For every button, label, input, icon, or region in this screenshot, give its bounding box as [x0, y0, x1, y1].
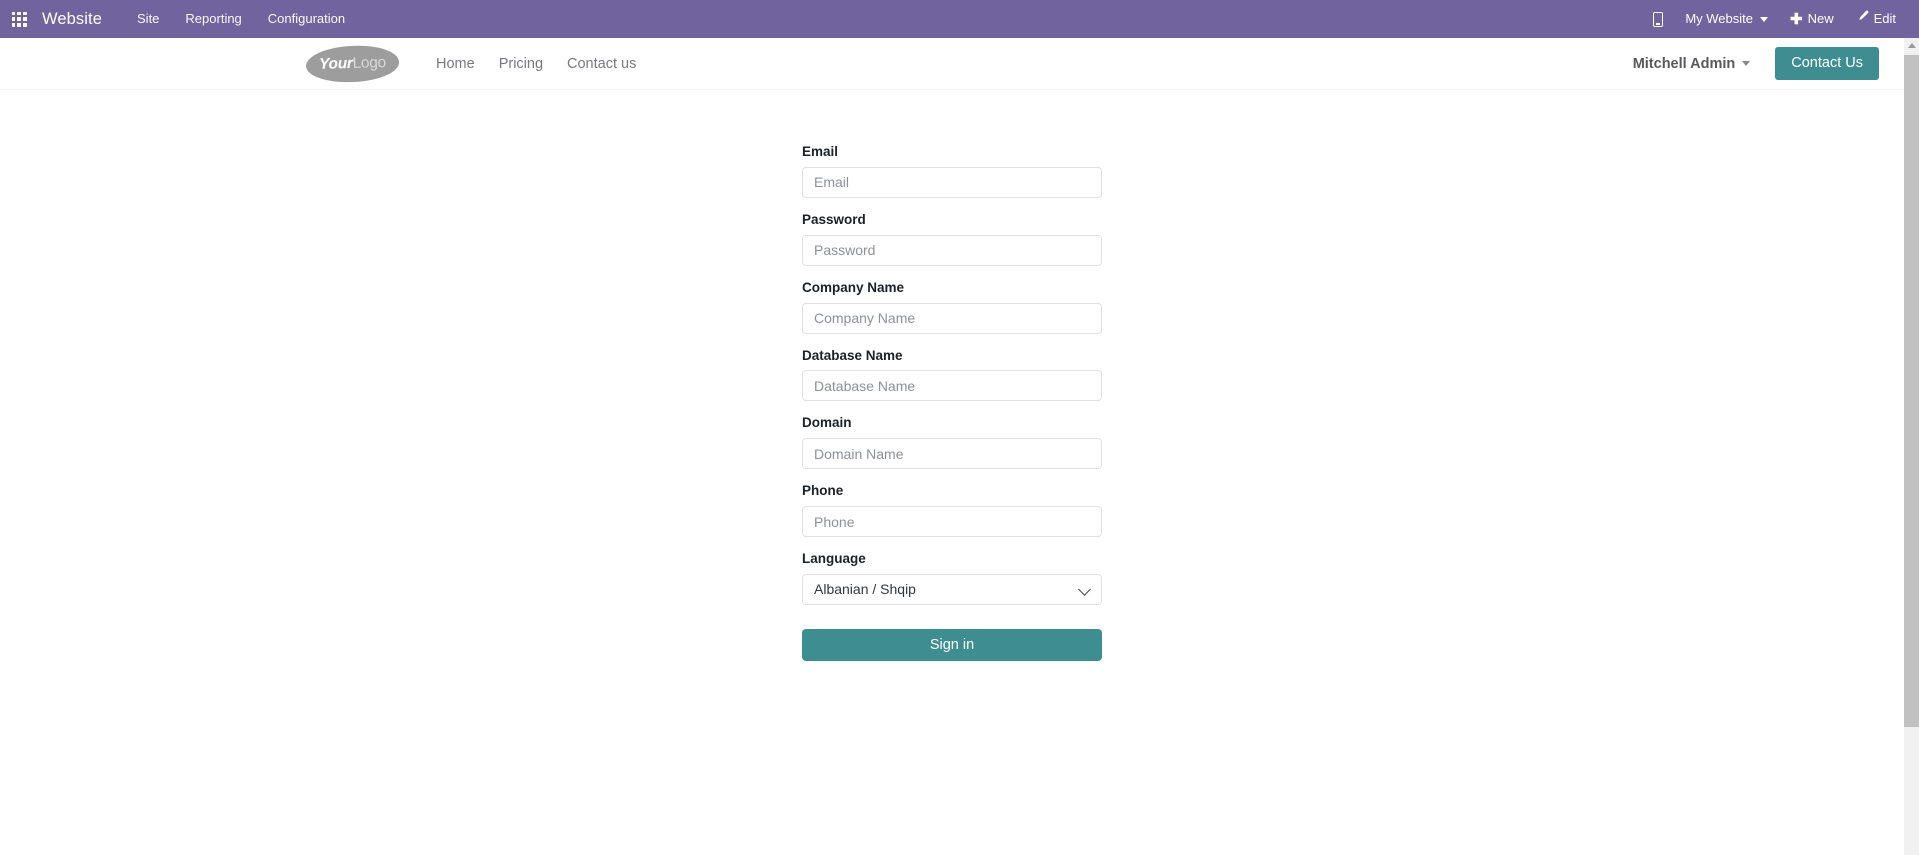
contact-us-button[interactable]: Contact Us [1775, 47, 1879, 80]
edit-button[interactable]: Edit [1845, 0, 1907, 38]
company-name-input[interactable] [802, 302, 1102, 334]
logo-word-your: Your [318, 54, 353, 73]
nav-link-contact-us[interactable]: Contact us [559, 56, 644, 72]
scrollbar-thumb[interactable] [1904, 55, 1919, 727]
sign-in-button[interactable]: Sign in [802, 628, 1102, 661]
user-menu[interactable]: Mitchell Admin [1633, 56, 1751, 72]
language-select-wrapper: Albanian / Shqip [802, 573, 1102, 605]
site-logo[interactable]: Your Logo [305, 43, 400, 84]
website-switcher[interactable]: My Website [1674, 0, 1779, 38]
label-phone: Phone [802, 483, 844, 499]
new-button-label: New [1807, 11, 1834, 26]
systray-menu-reporting[interactable]: Reporting [172, 0, 254, 38]
mobile-phone-icon [1653, 11, 1664, 27]
chevron-down-icon [1742, 61, 1751, 66]
scroll-up-arrow-icon[interactable] [1904, 38, 1919, 53]
user-menu-label: Mitchell Admin [1632, 55, 1736, 72]
apps-grid-icon[interactable] [0, 0, 38, 38]
label-password: Password [802, 211, 866, 227]
pencil-icon [1856, 0, 1869, 38]
field-group-email: Email [802, 144, 1102, 198]
edit-button-label: Edit [1873, 11, 1896, 26]
new-button[interactable]: ✚ New [1779, 0, 1845, 38]
field-group-language: Language Albanian / Shqip [802, 551, 1102, 605]
systray-right-group: My Website ✚ New Edit [1642, 0, 1919, 38]
systray-menu-site[interactable]: Site [124, 0, 172, 38]
app-name-website[interactable]: Website [42, 10, 102, 29]
database-name-input[interactable] [802, 370, 1102, 402]
plus-icon: ✚ [1790, 10, 1803, 28]
nav-link-home[interactable]: Home [428, 56, 483, 72]
page-body: Email Password Company Name Database Nam… [0, 91, 1904, 855]
logo-text: Your Logo [306, 44, 400, 82]
field-group-password: Password [802, 211, 1102, 266]
field-group-database-name: Database Name [802, 347, 1102, 402]
language-select[interactable]: Albanian / Shqip [802, 573, 1102, 605]
odoo-systray-bar: Website Site Reporting Configuration My … [0, 0, 1919, 38]
scroll-up-triangle [1907, 43, 1916, 48]
password-input[interactable] [802, 234, 1102, 266]
sign-in-form: Email Password Company Name Database Nam… [802, 144, 1102, 661]
label-domain: Domain [802, 415, 852, 431]
nav-link-pricing[interactable]: Pricing [491, 56, 551, 72]
website-switcher-label: My Website [1685, 11, 1753, 26]
phone-input[interactable] [802, 506, 1102, 538]
systray-menu-configuration[interactable]: Configuration [255, 0, 358, 38]
vertical-scrollbar[interactable] [1904, 38, 1919, 855]
email-input[interactable] [802, 166, 1102, 198]
label-email: Email [802, 144, 839, 159]
label-company-name: Company Name [802, 279, 905, 295]
chevron-down-icon [1760, 16, 1768, 22]
field-group-phone: Phone [802, 483, 1102, 538]
domain-input[interactable] [802, 438, 1102, 470]
field-group-domain: Domain [802, 415, 1102, 470]
site-header-right-group: Mitchell Admin Contact Us [1633, 47, 1904, 80]
website-header: Your Logo Home Pricing Contact us Mitchel… [0, 38, 1904, 90]
label-language: Language [802, 551, 866, 567]
logo-word-logo: Logo [352, 53, 387, 72]
field-group-company-name: Company Name [802, 279, 1102, 334]
label-database-name: Database Name [802, 347, 903, 363]
mobile-preview-button[interactable] [1642, 11, 1674, 27]
site-navigation: Home Pricing Contact us [428, 56, 652, 72]
apps-grid-glyph [11, 11, 27, 27]
